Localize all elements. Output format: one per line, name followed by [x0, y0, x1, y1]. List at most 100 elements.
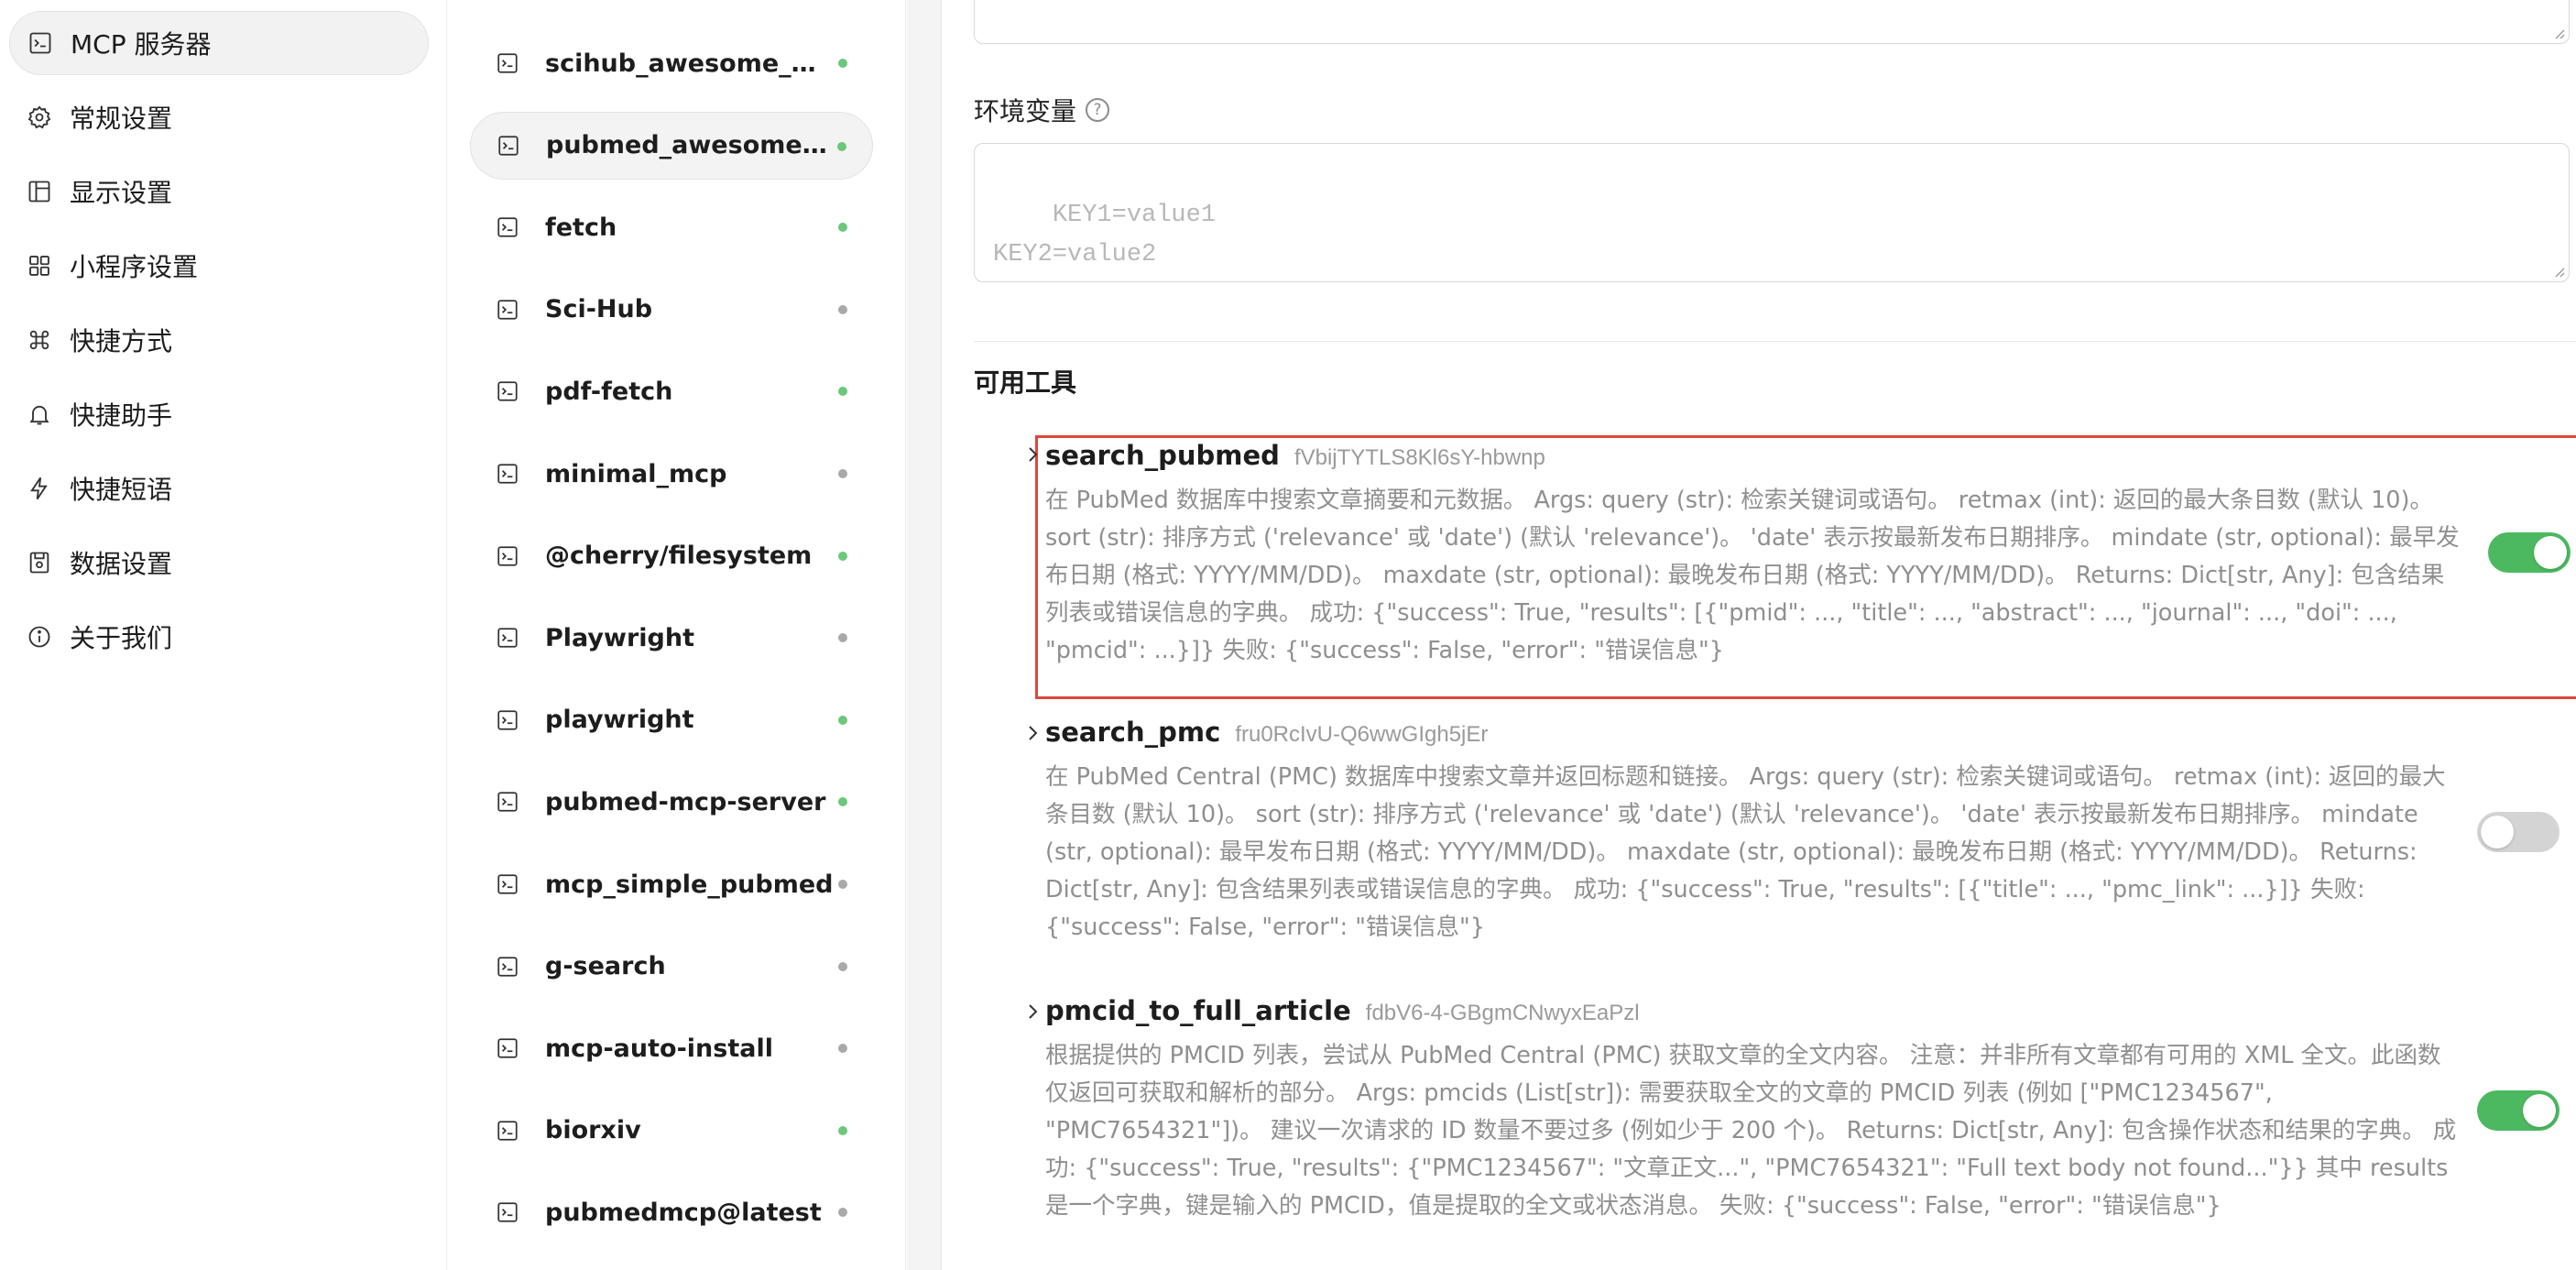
- tool-item-search-pmc: search_pmc fru0RcIvU-Q6wwGIgh5jEr 在 PubMe…: [1029, 717, 2576, 955]
- status-dot: [838, 715, 847, 725]
- nav-item-label: MCP 服务器: [71, 29, 212, 60]
- server-list-item[interactable]: @cherry/filesystem: [470, 522, 873, 590]
- terminal-icon: [496, 51, 519, 75]
- nav-item-quick-phrases[interactable]: 快捷短语: [9, 456, 429, 520]
- tool-name-text: search_pmc: [1045, 717, 1221, 748]
- tool-enable-toggle[interactable]: [2477, 1090, 2560, 1131]
- tool-item-search-pubmed: search_pubmed fVbijTYTLS8Kl6sY-hbwnp 在 Pu…: [1029, 435, 2576, 699]
- server-name: Playwright: [545, 623, 695, 652]
- status-dot: [838, 1044, 847, 1054]
- server-list-item[interactable]: g-search: [470, 933, 873, 1001]
- tool-name: search_pmc fru0RcIvU-Q6wwGIgh5jEr: [1045, 717, 1488, 748]
- server-name: Sci-Hub: [545, 295, 653, 324]
- terminal-icon: [496, 298, 519, 322]
- terminal-icon: [496, 1119, 519, 1143]
- env-vars-textarea[interactable]: KEY1=value1 KEY2=value2: [974, 143, 2570, 282]
- status-dot: [838, 551, 847, 561]
- env-vars-placeholder: KEY1=value1 KEY2=value2: [993, 202, 1217, 268]
- status-dot: [838, 797, 847, 807]
- status-dot: [837, 141, 846, 151]
- tool-id: fru0RcIvU-Q6wwGIgh5jEr: [1235, 722, 1489, 747]
- terminal-icon: [496, 462, 519, 486]
- status-dot: [838, 961, 847, 971]
- nav-item-label: 快捷方式: [70, 326, 173, 356]
- nav-item-general-settings[interactable]: 常规设置: [9, 85, 429, 149]
- nav-item-label: 小程序设置: [70, 252, 199, 282]
- available-tools-title: 可用工具: [974, 367, 1077, 398]
- server-name: biorxiv: [545, 1116, 641, 1145]
- terminal-icon: [496, 215, 519, 239]
- help-icon[interactable]: ?: [1086, 98, 1110, 122]
- args-textarea[interactable]: [974, 0, 2570, 44]
- server-list-item[interactable]: pubmedmcp@latest: [470, 1178, 873, 1246]
- tool-id: fdbV6-4-GBgmCNwyxEaPzl: [1365, 1001, 1640, 1025]
- nav-item-quick-assistant[interactable]: 快捷助手: [9, 382, 429, 446]
- command-icon: [26, 326, 53, 354]
- tool-description: 在 PubMed Central (PMC) 数据库中搜索文章并返回标题和链接。…: [1045, 763, 2446, 941]
- env-vars-label-text: 环境变量: [974, 96, 1077, 126]
- chevron-right-icon[interactable]: [1021, 1001, 1043, 1023]
- server-name: mcp-auto-install: [545, 1034, 773, 1063]
- server-list-item[interactable]: fetch: [470, 193, 873, 261]
- server-list-item[interactable]: mcp_simple_pubmed: [470, 850, 873, 918]
- server-name: scihub_awesome_mcp_...: [545, 49, 838, 78]
- env-vars-label: 环境变量 ?: [974, 92, 1110, 128]
- resize-grip-icon[interactable]: [2552, 265, 2565, 278]
- terminal-icon: [27, 29, 54, 57]
- tool-name-text: search_pubmed: [1045, 440, 1280, 471]
- server-name: mcp_simple_pubmed: [545, 870, 834, 899]
- status-dot: [838, 223, 847, 233]
- server-list-item[interactable]: Sci-Hub: [470, 276, 873, 344]
- server-name: fetch: [545, 213, 617, 242]
- bell-icon: [26, 400, 53, 428]
- nav-item-shortcuts[interactable]: 快捷方式: [9, 308, 429, 372]
- server-list-item[interactable]: Playwright: [470, 604, 873, 672]
- chevron-right-icon[interactable]: [1021, 722, 1043, 744]
- status-dot: [838, 1208, 847, 1218]
- section-divider: [974, 341, 2576, 342]
- tool-enable-toggle[interactable]: [2488, 532, 2571, 573]
- server-list-item[interactable]: pubmed-mcp-server: [470, 768, 873, 836]
- status-dot: [838, 387, 847, 397]
- nav-item-mcp-servers[interactable]: MCP 服务器: [9, 11, 429, 75]
- server-list-item[interactable]: mcp-auto-install: [470, 1014, 873, 1082]
- status-dot: [838, 1125, 847, 1135]
- nav-item-label: 关于我们: [70, 623, 173, 653]
- terminal-icon: [496, 708, 519, 732]
- tool-name: search_pubmed fVbijTYTLS8Kl6sY-hbwnp: [1045, 440, 1545, 471]
- server-list-item[interactable]: minimal_mcp: [470, 440, 873, 508]
- server-list-item[interactable]: pdf-fetch: [470, 357, 873, 425]
- server-name: g-search: [545, 952, 666, 981]
- tool-name: pmcid_to_full_article fdbV6-4-GBgmCNwyxEa…: [1045, 995, 1640, 1026]
- toggle-knob: [2481, 816, 2514, 848]
- server-list-item[interactable]: pubmed_awesome_mcp...: [470, 111, 873, 180]
- tool-item-pmcid-to-full-article: pmcid_to_full_article fdbV6-4-GBgmCNwyxEa…: [1029, 995, 2576, 1270]
- terminal-icon: [496, 1036, 519, 1060]
- nav-item-about[interactable]: 关于我们: [9, 605, 429, 669]
- nav-item-miniapp-settings[interactable]: 小程序设置: [9, 234, 429, 298]
- lightning-icon: [26, 475, 53, 502]
- server-name: pdf-fetch: [545, 377, 673, 406]
- resize-grip-icon[interactable]: [2552, 27, 2565, 39]
- tool-enable-toggle[interactable]: [2477, 812, 2560, 852]
- gear-icon: [26, 104, 53, 131]
- server-list-item[interactable]: playwright: [470, 686, 873, 754]
- info-icon: [26, 623, 53, 651]
- nav-item-data-settings[interactable]: 数据设置: [9, 531, 429, 595]
- server-list-item[interactable]: biorxiv: [470, 1097, 873, 1165]
- mcp-server-list: scihub_awesome_mcp_... pubmed_awesome_mcp…: [448, 0, 906, 1270]
- server-list-item[interactable]: scihub_awesome_mcp_...: [470, 29, 873, 97]
- status-dot: [838, 59, 847, 68]
- nav-item-label: 快捷助手: [70, 400, 173, 431]
- toggle-knob: [2523, 1094, 2556, 1127]
- chevron-right-icon[interactable]: [1021, 443, 1043, 465]
- nav-item-label: 数据设置: [70, 549, 173, 579]
- terminal-icon: [496, 626, 519, 650]
- grid-icon: [26, 252, 53, 279]
- server-name: pubmedmcp@latest: [545, 1198, 822, 1227]
- layout-icon: [26, 178, 53, 205]
- nav-item-display-settings[interactable]: 显示设置: [9, 159, 429, 224]
- terminal-icon: [496, 955, 519, 979]
- tool-description: 根据提供的 PMCID 列表，尝试从 PubMed Central (PMC) …: [1045, 1042, 2457, 1220]
- database-icon: [26, 549, 53, 576]
